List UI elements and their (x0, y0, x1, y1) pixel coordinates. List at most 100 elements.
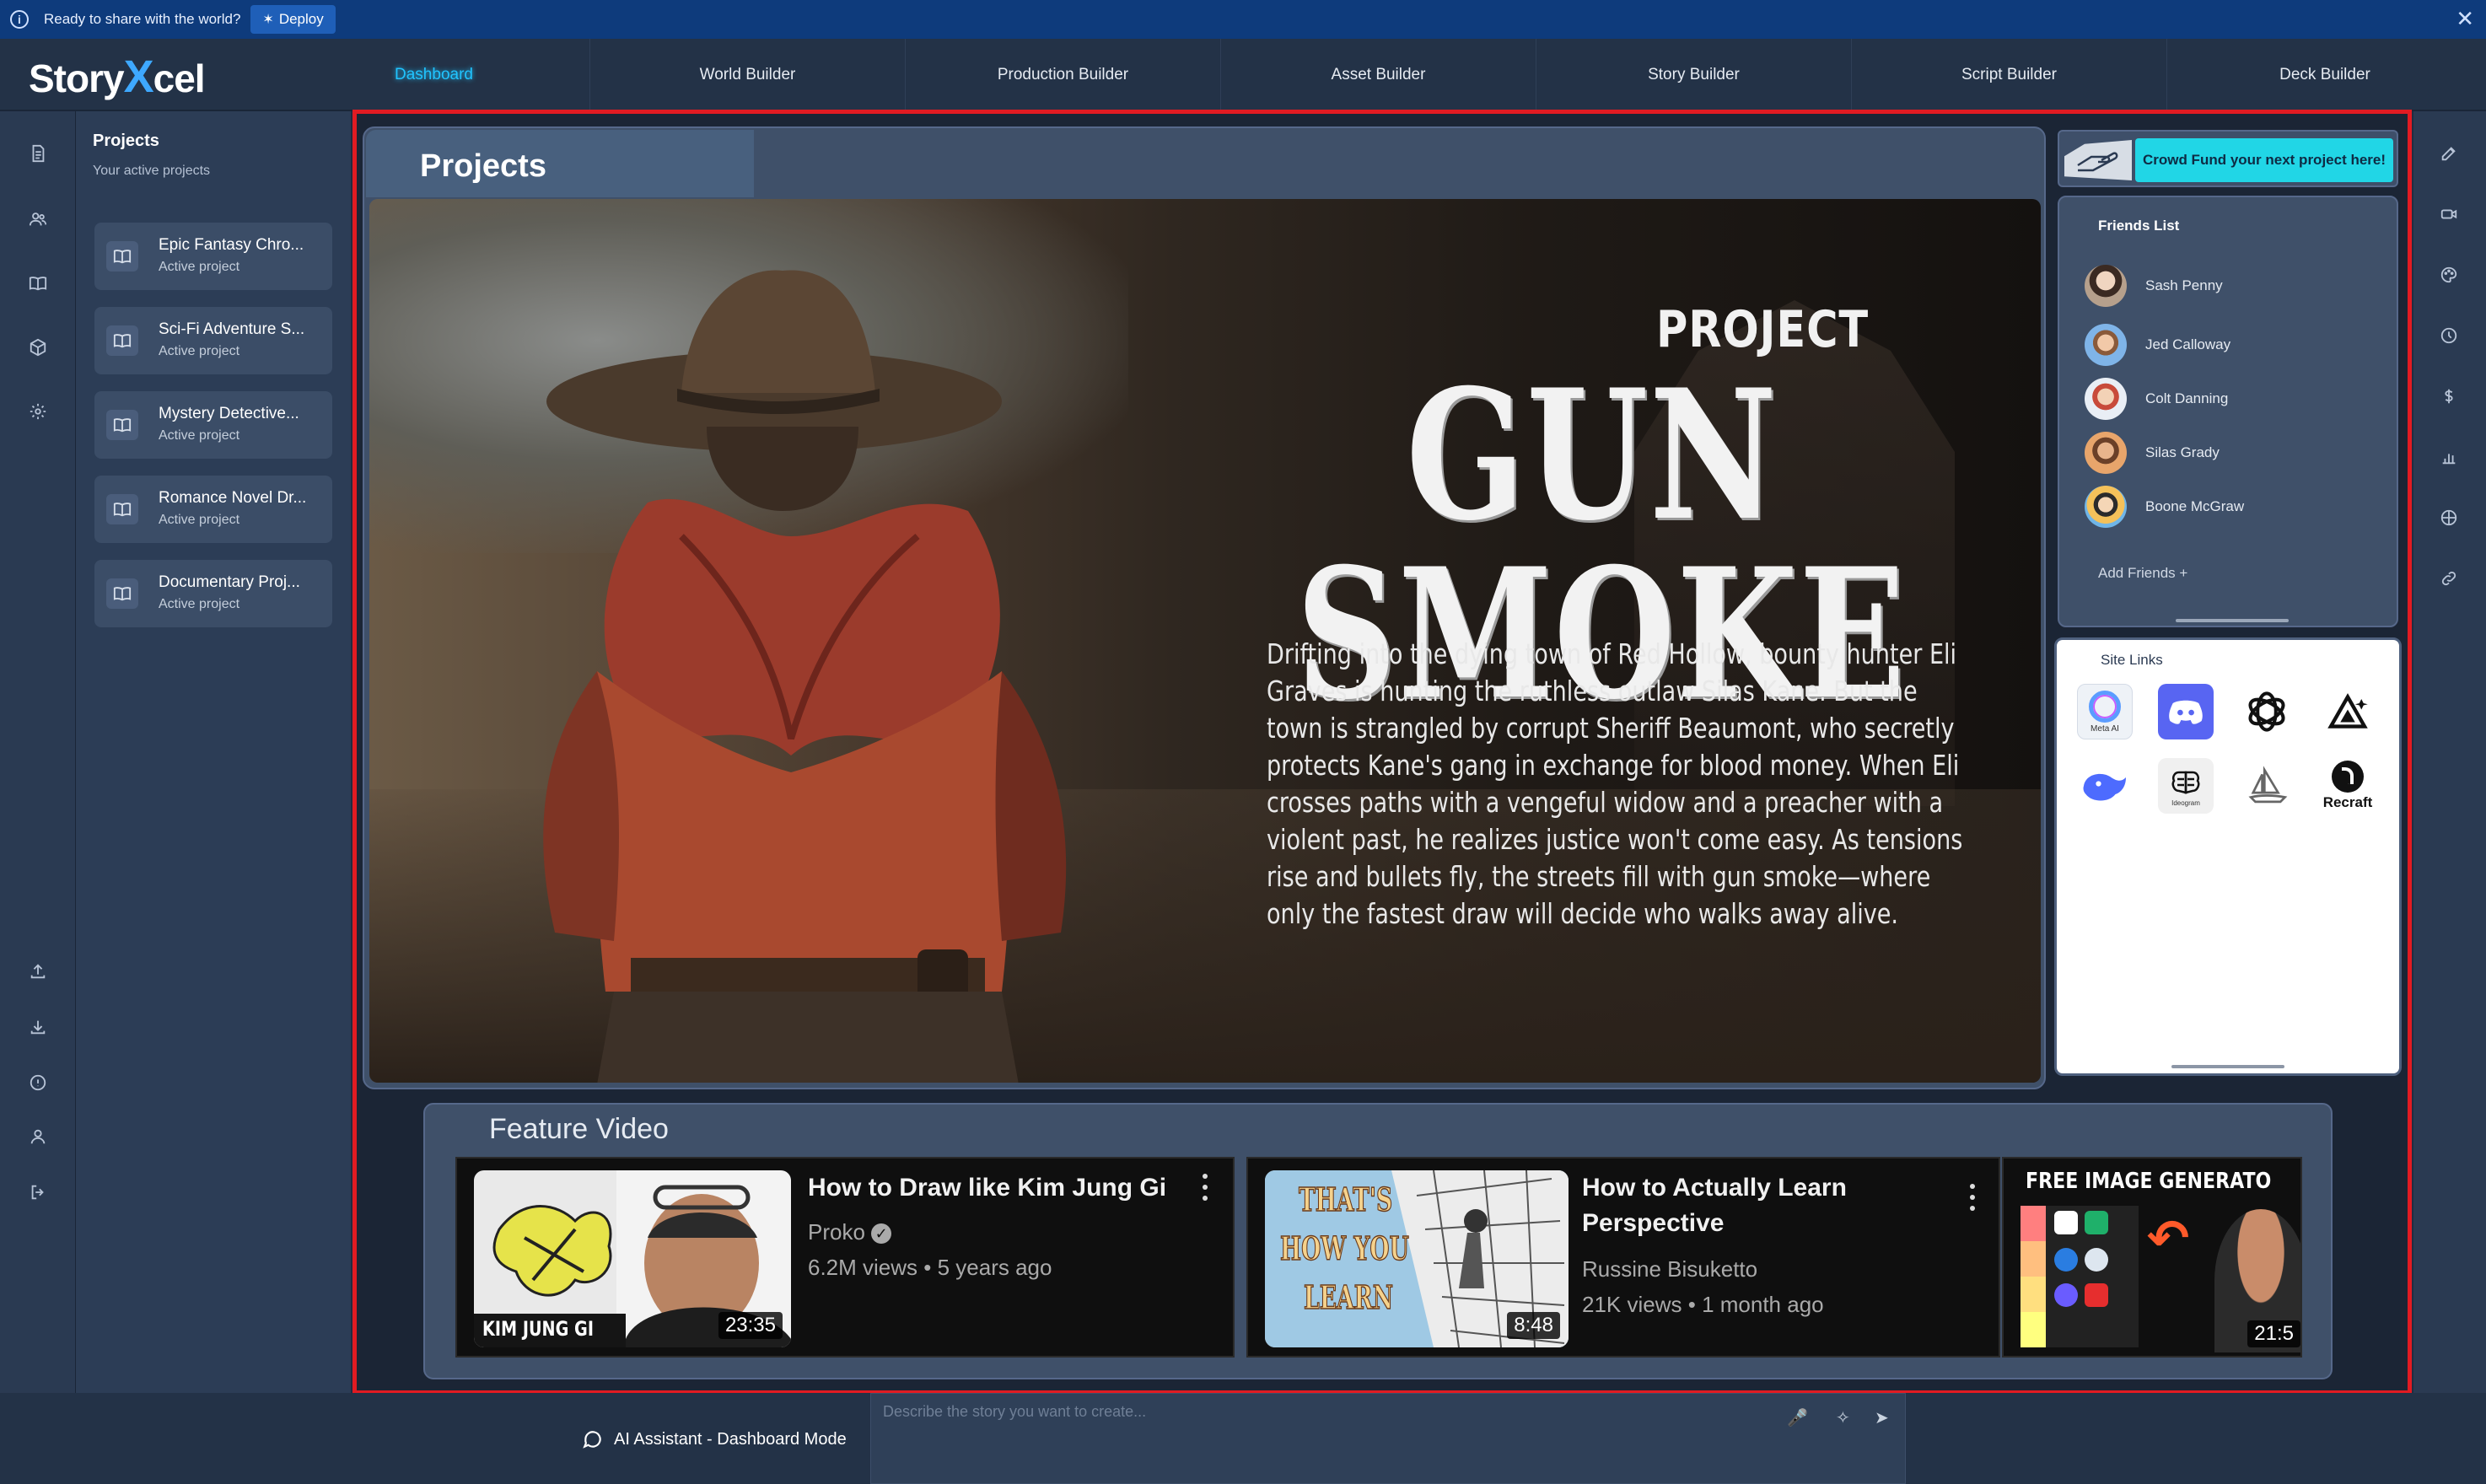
tab-script-builder[interactable]: Script Builder (1852, 39, 2167, 111)
more-options-icon[interactable] (1970, 1184, 1977, 1218)
project-card-3[interactable]: Romance Novel Dr... Active project (94, 476, 332, 543)
project-card-4[interactable]: Documentary Proj... Active project (94, 560, 332, 627)
palette-icon[interactable] (2437, 263, 2461, 287)
video-title-line-2: Perspective (1582, 1209, 1725, 1237)
crowdfund-button[interactable]: Crowd Fund your next project here! (2135, 138, 2393, 182)
app-logo[interactable]: StoryXcel (29, 51, 206, 103)
settings-icon[interactable] (26, 400, 50, 423)
assistant-bar: AI Assistant - Dashboard Mode 🎤 ✧ ➤ (0, 1393, 2486, 1484)
tab-asset-builder[interactable]: Asset Builder (1221, 39, 1536, 111)
projects-panel-header: Projects (366, 130, 754, 197)
deploy-label: Deploy (278, 11, 324, 27)
avatar (2085, 324, 2127, 366)
project-hero-carousel[interactable]: PROJECT GUN SMOKE Drifting into the dyin… (369, 199, 2041, 1083)
thumbnail-caption-1: THAT'S (1298, 1180, 1393, 1219)
avatar (2085, 486, 2127, 528)
logout-icon[interactable] (26, 1180, 50, 1204)
logo-text-story: Story (29, 56, 125, 100)
friend-item[interactable]: Colt Danning (2085, 378, 2371, 420)
meta-ai-link[interactable]: Meta AI (2077, 684, 2133, 739)
tab-world-builder[interactable]: World Builder (590, 39, 906, 111)
feature-video-panel: Feature Video KIM JUNG GI 23:35 How to D… (423, 1103, 2333, 1379)
friend-name: Sash Penny (2145, 277, 2223, 293)
users-icon[interactable] (26, 207, 50, 231)
add-friends-button[interactable]: Add Friends + (2098, 565, 2187, 582)
video-duration: 23:35 (718, 1312, 783, 1339)
deploy-banner: i Ready to share with the world? ✶ Deploy… (0, 0, 2486, 39)
pin-icon: ✶ (262, 13, 274, 27)
book-icon (106, 410, 138, 440)
bar-chart-icon[interactable] (2437, 445, 2461, 469)
chat-bubble-icon (583, 1431, 601, 1449)
tab-production-builder[interactable]: Production Builder (906, 39, 1221, 111)
magic-wand-icon[interactable]: ✧ (1836, 1407, 1850, 1428)
friend-name: Jed Calloway (2145, 336, 2231, 352)
deploy-button[interactable]: ✶ Deploy (250, 5, 336, 34)
friend-item[interactable]: Sash Penny (2085, 265, 2371, 307)
discord-link[interactable] (2158, 684, 2214, 739)
send-icon[interactable]: ➤ (1875, 1407, 1889, 1428)
edit-icon[interactable] (2437, 142, 2461, 165)
story-prompt-input[interactable] (883, 1399, 1726, 1424)
close-icon[interactable]: ✕ (2456, 7, 2474, 30)
logo-text-x: X (123, 51, 154, 102)
project-card-0[interactable]: Epic Fantasy Chro... Active project (94, 223, 332, 290)
friend-name: Silas Grady (2145, 444, 2220, 460)
openai-link[interactable] (2239, 684, 2295, 739)
project-card-1[interactable]: Sci-Fi Adventure S... Active project (94, 307, 332, 374)
ideogram-link[interactable]: Ideogram (2158, 758, 2214, 814)
video-card-1[interactable]: KIM JUNG GI 23:35 How to Draw like Kim J… (455, 1157, 1235, 1358)
recraft-label: Recraft (2322, 794, 2373, 810)
tab-dashboard[interactable]: Dashboard (278, 39, 590, 111)
video-meta: 6.2M views • 5 years ago (808, 1255, 1052, 1280)
book-icon[interactable] (26, 272, 50, 295)
project-name: Documentary Proj... (159, 573, 300, 591)
more-options-icon[interactable] (1203, 1174, 1209, 1207)
leonardo-link[interactable] (2320, 684, 2376, 739)
upload-icon[interactable] (26, 960, 50, 983)
book-icon (106, 241, 138, 272)
logo-text-cel: cel (153, 56, 206, 100)
project-status: Active project (159, 260, 240, 274)
midjourney-link[interactable] (2239, 758, 2295, 814)
video-channel: Proko ✓ (808, 1219, 892, 1245)
project-card-2[interactable]: Mystery Detective... Active project (94, 391, 332, 459)
cube-icon[interactable] (26, 336, 50, 359)
microphone-icon[interactable]: 🎤 (1787, 1407, 1808, 1428)
friend-item[interactable]: Silas Grady (2085, 432, 2371, 474)
video-card-2[interactable]: THAT'S HOW YOU LEARN 8:48 How to Actuall… (1246, 1157, 2000, 1358)
assistant-label-text: AI Assistant - Dashboard Mode (614, 1429, 847, 1449)
app-root: i Ready to share with the world? ✶ Deploy… (0, 0, 2486, 1484)
friends-scrollbar[interactable] (2176, 619, 2289, 622)
profile-icon[interactable] (26, 1125, 50, 1148)
friend-name: Colt Danning (2145, 390, 2229, 406)
download-icon[interactable] (26, 1015, 50, 1039)
video-card-3[interactable]: FREE IMAGE GENERATO ↶ 21:5 (2002, 1157, 2302, 1358)
friend-item[interactable]: Jed Calloway (2085, 324, 2371, 366)
projects-panel-title: Projects (420, 148, 546, 184)
friend-name: Boone McGraw (2145, 498, 2245, 514)
deepseek-link[interactable] (2077, 758, 2133, 814)
ideogram-label: Ideogram (2171, 798, 2200, 807)
feature-video-title: Feature Video (489, 1113, 669, 1145)
site-links-scrollbar[interactable] (2171, 1065, 2284, 1068)
globe-icon[interactable] (2437, 506, 2461, 530)
dollar-icon[interactable] (2437, 384, 2461, 408)
ideogram-brain-icon (2171, 771, 2200, 794)
crowdfund-banner[interactable]: Crowd Fund your next project here! (2058, 130, 2398, 187)
tab-deck-builder[interactable]: Deck Builder (2167, 39, 2483, 111)
document-icon[interactable] (26, 142, 50, 165)
link-icon[interactable] (2437, 567, 2461, 590)
friend-item[interactable]: Boone McGraw (2085, 486, 2371, 528)
sidebar-subtitle: Your active projects (93, 164, 211, 178)
clock-icon[interactable] (2437, 324, 2461, 347)
assistant-label: AI Assistant - Dashboard Mode (582, 1428, 847, 1450)
cowboy-illustration (543, 270, 1067, 1083)
thumbnail-caption-3: LEARN (1303, 1277, 1394, 1317)
tab-story-builder[interactable]: Story Builder (1536, 39, 1852, 111)
help-icon[interactable] (26, 1071, 50, 1094)
right-icon-rail (2413, 111, 2486, 1393)
recraft-link[interactable]: Recraft (2320, 758, 2376, 814)
video-camera-icon[interactable] (2437, 202, 2461, 226)
avatar (2085, 265, 2127, 307)
